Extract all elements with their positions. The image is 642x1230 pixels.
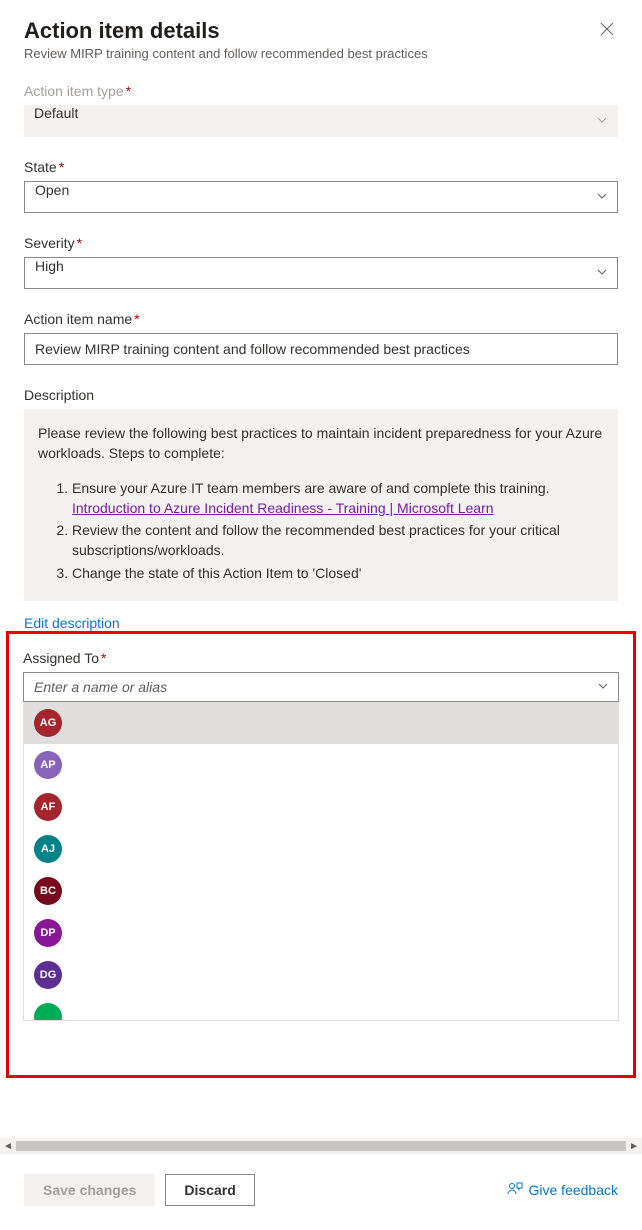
type-select: Default <box>24 105 618 137</box>
edit-description-link[interactable]: Edit description <box>24 615 120 631</box>
state-label: State* <box>24 159 618 175</box>
person-item[interactable]: BC <box>24 870 618 912</box>
assigned-dropdown[interactable]: AG AP AF AJ BC DP DG <box>23 702 619 1021</box>
feedback-link[interactable]: Give feedback <box>507 1181 619 1200</box>
discard-button[interactable]: Discard <box>165 1174 254 1206</box>
avatar: AJ <box>34 835 62 863</box>
assigned-input[interactable]: Enter a name or alias <box>23 672 619 702</box>
severity-select[interactable]: High <box>24 257 618 289</box>
person-item[interactable] <box>24 996 618 1021</box>
avatar <box>34 1003 62 1021</box>
avatar: AP <box>34 751 62 779</box>
page-subtitle: Review MIRP training content and follow … <box>24 46 428 61</box>
description-label: Description <box>24 387 618 403</box>
avatar: BC <box>34 877 62 905</box>
state-select[interactable]: Open <box>24 181 618 213</box>
close-button[interactable] <box>596 18 618 44</box>
person-item[interactable]: AP <box>24 744 618 786</box>
close-icon <box>600 23 614 40</box>
scroll-left-arrow[interactable]: ◄ <box>0 1138 16 1154</box>
severity-label: Severity* <box>24 235 618 251</box>
page-title: Action item details <box>24 18 428 44</box>
description-content: Please review the following best practic… <box>24 409 618 601</box>
person-item[interactable]: AG <box>24 702 618 744</box>
assigned-label: Assigned To* <box>23 650 619 666</box>
feedback-icon <box>507 1181 523 1200</box>
person-item[interactable]: AF <box>24 786 618 828</box>
assigned-to-highlight: Assigned To* Enter a name or alias AGAPA… <box>6 631 636 1078</box>
name-input[interactable] <box>24 333 618 365</box>
avatar: AG <box>34 709 62 737</box>
person-item[interactable]: DG <box>24 954 618 996</box>
avatar: AF <box>34 793 62 821</box>
avatar: DP <box>34 919 62 947</box>
type-label: Action item type* <box>24 83 618 99</box>
training-link[interactable]: Introduction to Azure Incident Readiness… <box>72 500 494 516</box>
name-label: Action item name* <box>24 311 618 327</box>
person-item[interactable]: AJ <box>24 828 618 870</box>
horizontal-scrollbar[interactable]: ◄ ► <box>0 1138 642 1154</box>
person-item[interactable]: DP <box>24 912 618 954</box>
avatar: DG <box>34 961 62 989</box>
save-button[interactable]: Save changes <box>24 1174 155 1206</box>
scroll-right-arrow[interactable]: ► <box>626 1138 642 1154</box>
